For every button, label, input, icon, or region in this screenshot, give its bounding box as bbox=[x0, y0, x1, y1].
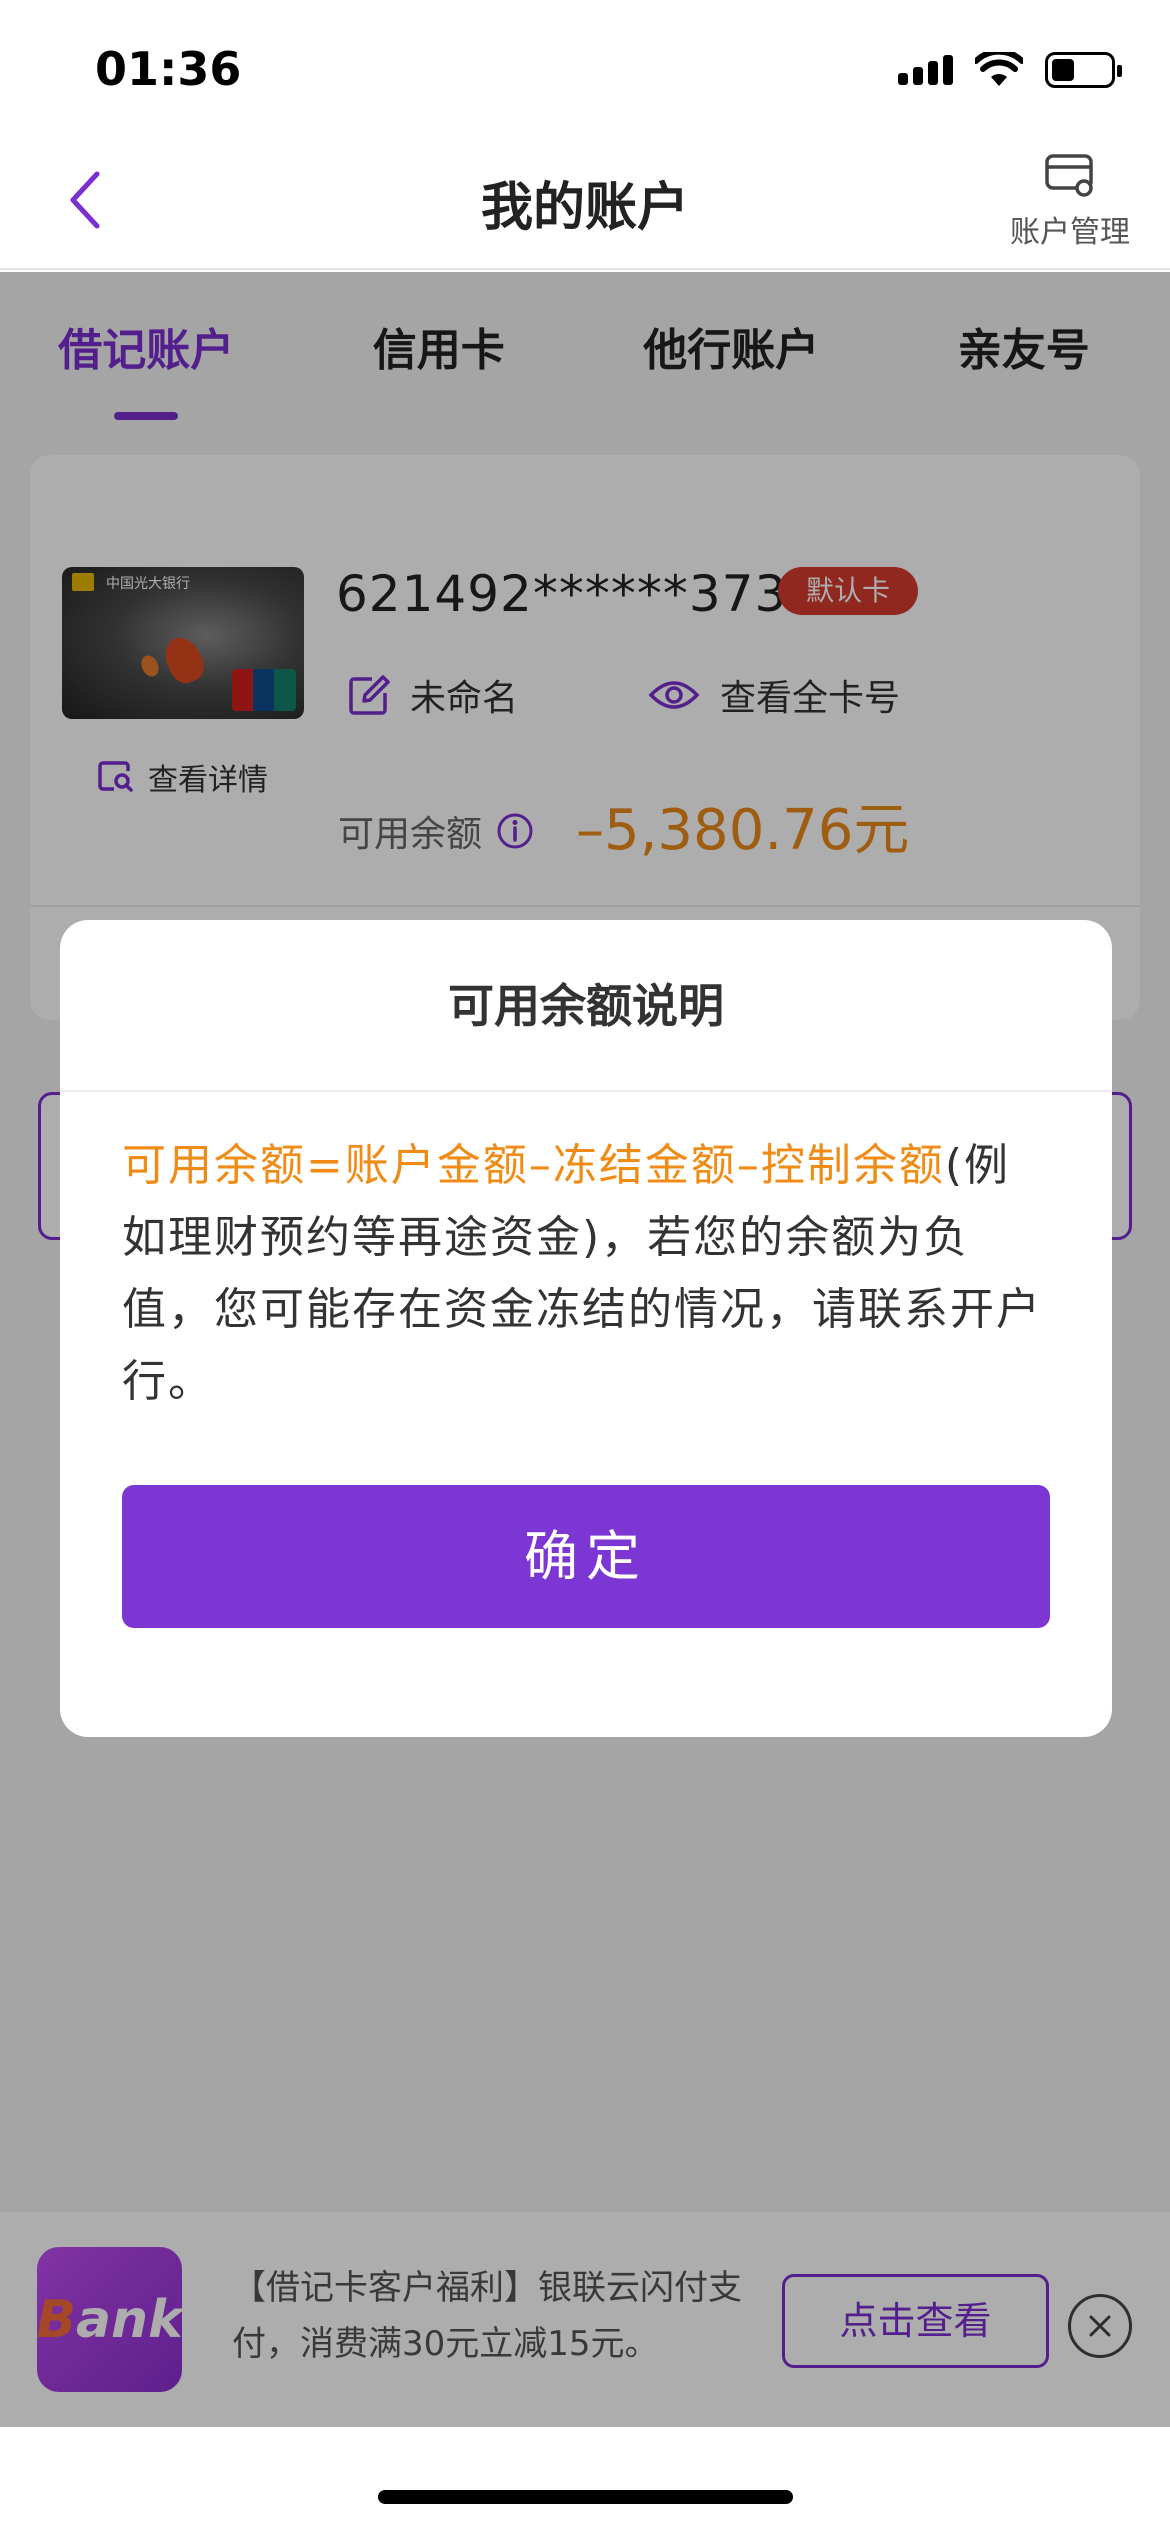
cellular-signal-icon bbox=[898, 55, 953, 85]
wifi-icon bbox=[975, 52, 1023, 86]
status-time: 01:36 bbox=[95, 42, 242, 96]
dialog-title: 可用余额说明 bbox=[448, 979, 724, 1033]
status-bar: 01:36 bbox=[0, 0, 1170, 135]
account-management-button[interactable]: 账户管理 bbox=[1005, 153, 1135, 251]
dialog-body: 可用余额=账户金额–冻结金额–控制余额(例如理财预约等再途资金)，若您的余额为负… bbox=[122, 1130, 1050, 1418]
available-balance-dialog: 可用余额说明 可用余额=账户金额–冻结金额–控制余额(例如理财预约等再途资金)，… bbox=[60, 920, 1112, 1737]
banner-dim-overlay bbox=[0, 2212, 1170, 2427]
account-management-label: 账户管理 bbox=[1010, 215, 1130, 250]
screen: 01:36 我的账户 账户管理 借记账户 信用卡 他行账户 亲友号 中国光大银行… bbox=[0, 0, 1170, 2532]
nav-bar: 我的账户 账户管理 bbox=[0, 135, 1170, 270]
page-title: 我的账户 bbox=[480, 178, 689, 238]
confirm-button[interactable]: 确定 bbox=[122, 1485, 1050, 1628]
home-indicator[interactable] bbox=[378, 2490, 793, 2504]
status-icons bbox=[898, 52, 1122, 88]
battery-icon bbox=[1045, 52, 1122, 88]
dialog-divider bbox=[60, 1090, 1112, 1092]
dialog-formula: 可用余额=账户金额–冻结金额–控制余额 bbox=[122, 1140, 945, 1191]
promo-banner: Bank 【借记卡客户福利】银联云闪付支付，消费满30元立减15元。 点击查看 bbox=[0, 2212, 1170, 2427]
card-settings-icon bbox=[1045, 154, 1093, 197]
